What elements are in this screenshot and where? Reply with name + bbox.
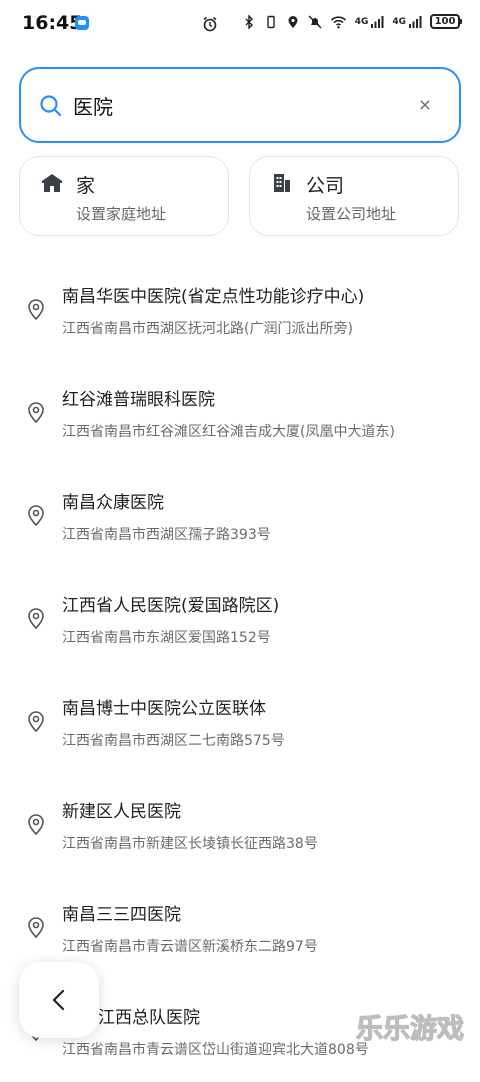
result-item[interactable]: 红谷滩普瑞眼科医院 江西省南昌市红谷滩区红谷滩吉成大厦(凤凰中大道东) bbox=[0, 361, 480, 464]
signal-icon-1 bbox=[371, 15, 384, 28]
location-pin-icon bbox=[28, 917, 44, 938]
signal-icon-2 bbox=[409, 15, 422, 28]
chevron-left-icon bbox=[52, 989, 65, 1011]
result-address: 江西省南昌市红谷滩区红谷滩吉成大厦(凤凰中大道东) bbox=[62, 424, 395, 440]
search-results-list: 南昌华医中医院(省定点性功能诊疗中心) 江西省南昌市西湖区抚河北路(广润门派出所… bbox=[0, 258, 480, 1082]
vibrate-icon bbox=[266, 15, 275, 28]
result-name: 南昌博士中医院公立医联体 bbox=[62, 699, 266, 719]
wifi-icon bbox=[330, 15, 346, 28]
mute-icon bbox=[308, 15, 322, 28]
result-name: 南昌华医中医院(省定点性功能诊疗中心) bbox=[62, 287, 365, 307]
result-address: 江西省南昌市西湖区孺子路393号 bbox=[62, 527, 271, 543]
company-card-subtitle: 设置公司地址 bbox=[306, 205, 397, 223]
result-address: 江西省南昌市西湖区二七南路575号 bbox=[62, 733, 285, 749]
result-name: 南昌众康医院 bbox=[62, 493, 164, 513]
result-item[interactable]: 江西省人民医院(爱国路院区) 江西省南昌市东湖区爱国路152号 bbox=[0, 567, 480, 670]
location-pin-icon bbox=[28, 505, 44, 526]
result-name: 红谷滩普瑞眼科医院 bbox=[62, 390, 215, 410]
result-address: 江西省南昌市东湖区爱国路152号 bbox=[62, 630, 271, 646]
home-address-card[interactable]: 家 设置家庭地址 bbox=[19, 156, 229, 236]
building-icon bbox=[274, 174, 290, 192]
result-name: 江西总队医院 bbox=[98, 1008, 200, 1028]
location-pin-icon bbox=[28, 608, 44, 629]
house-icon bbox=[42, 174, 62, 192]
company-address-card[interactable]: 公司 设置公司地址 bbox=[249, 156, 459, 236]
watermark-logo: 乐乐游戏 bbox=[355, 1013, 464, 1045]
result-item[interactable]: 新建区人民医院 江西省南昌市新建区长堎镇长征西路38号 bbox=[0, 773, 480, 876]
result-name: 新建区人民医院 bbox=[62, 802, 181, 822]
company-card-title: 公司 bbox=[306, 175, 345, 197]
status-time: 16:45 bbox=[22, 12, 83, 34]
status-bar: 16:45 4G 4G 100 bbox=[0, 0, 480, 52]
result-name: 南昌三三四医院 bbox=[62, 905, 181, 925]
bluetooth-icon bbox=[245, 14, 253, 29]
result-item[interactable]: 南昌博士中医院公立医联体 江西省南昌市西湖区二七南路575号 bbox=[0, 670, 480, 773]
location-pin-icon bbox=[28, 402, 44, 423]
result-item[interactable]: 南昌众康医院 江西省南昌市西湖区孺子路393号 bbox=[0, 464, 480, 567]
home-card-subtitle: 设置家庭地址 bbox=[76, 205, 167, 223]
location-pin-icon bbox=[28, 299, 44, 320]
result-item[interactable]: 南昌华医中医院(省定点性功能诊疗中心) 江西省南昌市西湖区抚河北路(广润门派出所… bbox=[0, 258, 480, 361]
search-input[interactable] bbox=[73, 89, 393, 121]
search-icon bbox=[40, 95, 62, 117]
location-pin-icon bbox=[28, 711, 44, 732]
result-name: 江西省人民医院(爱国路院区) bbox=[62, 596, 280, 616]
network-type-1: 4G bbox=[354, 16, 369, 27]
location-icon bbox=[288, 15, 298, 28]
result-address: 江西省南昌市西湖区抚河北路(广润门派出所旁) bbox=[62, 321, 353, 337]
watermark-text: 乐乐游戏 bbox=[356, 1014, 464, 1045]
network-type-2: 4G bbox=[392, 16, 406, 27]
result-address: 江西省南昌市新建区长堎镇长征西路38号 bbox=[62, 836, 318, 852]
status-icons: 4G 4G 100 bbox=[242, 14, 462, 29]
alarm-icon bbox=[203, 16, 217, 32]
clear-search-button[interactable]: × bbox=[415, 95, 435, 115]
back-button[interactable] bbox=[19, 962, 99, 1038]
result-address: 江西省南昌市青云谱区岱山街道迎宾北大道808号 bbox=[62, 1042, 369, 1058]
search-bar[interactable]: × bbox=[19, 67, 461, 143]
message-app-icon bbox=[75, 16, 89, 30]
result-address: 江西省南昌市青云谱区新溪桥东二路97号 bbox=[62, 939, 318, 955]
battery-indicator: 100 bbox=[430, 14, 462, 29]
location-pin-icon bbox=[28, 814, 44, 835]
home-card-title: 家 bbox=[76, 175, 96, 197]
